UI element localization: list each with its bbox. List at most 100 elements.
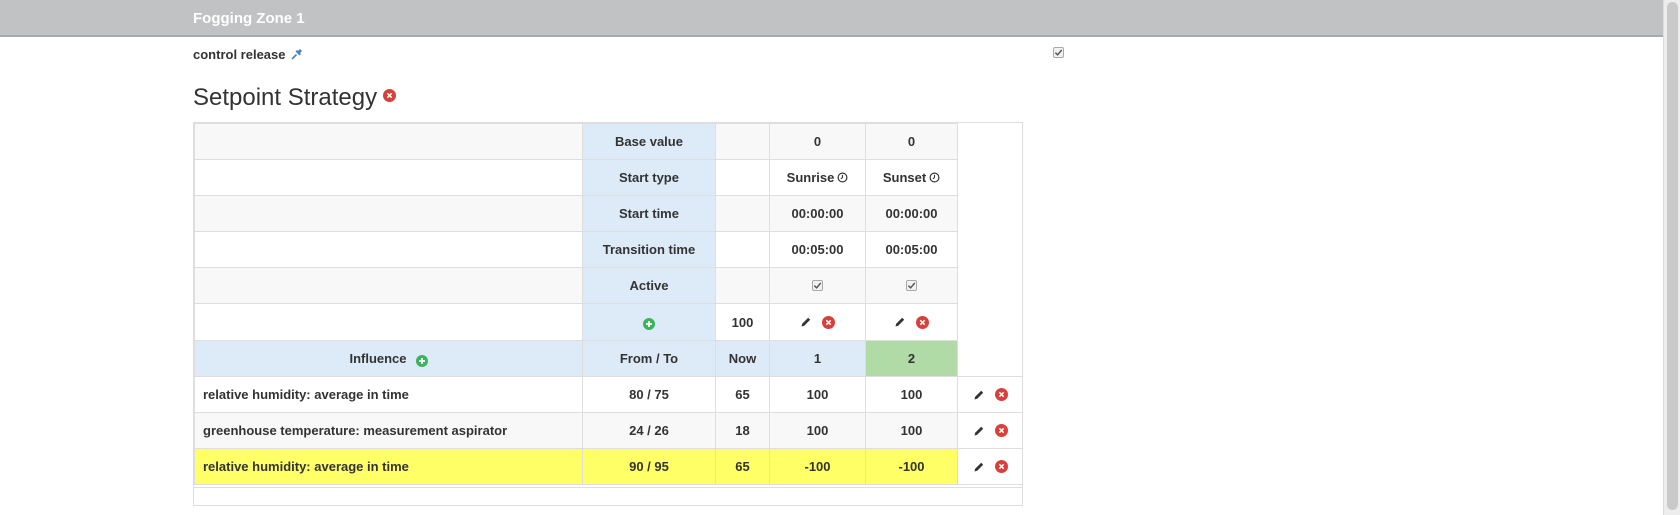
add-influence-icon[interactable] [415, 354, 428, 367]
remove-column-2-icon[interactable] [916, 315, 929, 329]
influence-3-from-to: 90 / 95 [582, 448, 716, 485]
influence-3-value-1[interactable]: -100 [769, 448, 866, 485]
column-1-start-time-text: 00:00:00 [791, 206, 844, 221]
column-2-base-value-text: 0 [907, 134, 916, 149]
column-1-transition-time[interactable]: 00:05:00 [769, 231, 866, 268]
column-2-transition-time[interactable]: 00:05:00 [865, 231, 958, 268]
column-1-start-type[interactable]: Sunrise [769, 159, 866, 196]
column-1-start-type-text: Sunrise [786, 170, 835, 185]
column-2-transition-time-text: 00:05:00 [885, 242, 938, 257]
from-to-header-text: From / To [619, 351, 679, 366]
column-2-start-type-text: Sunset [882, 170, 927, 185]
active-label: Active [582, 267, 716, 304]
empty-cell [194, 267, 583, 304]
influence-1-value-1[interactable]: 100 [769, 376, 866, 413]
empty-cell [194, 231, 583, 268]
influence-1-now: 65 [715, 376, 770, 413]
base-value-label-text: Base value [615, 134, 683, 149]
transition-time-label: Transition time [582, 231, 716, 268]
influence-2-from-to: 24 / 26 [582, 412, 716, 449]
control-release-row: control release [193, 45, 304, 63]
base-value-label: Base value [582, 123, 716, 160]
influence-1-name: relative humidity: average in time [194, 376, 583, 413]
column-1-actions [769, 303, 866, 341]
empty-cell [715, 123, 770, 160]
remove-influence-2-icon[interactable] [994, 424, 1008, 437]
edit-column-2-icon[interactable] [894, 316, 906, 328]
column-2-active-cell [865, 267, 958, 304]
column-2-base-value[interactable]: 0 [865, 123, 958, 160]
influence-1-actions [957, 376, 1023, 413]
zone-title: Fogging Zone 1 [193, 10, 305, 27]
start-time-label-text: Start time [619, 206, 679, 221]
column-1-base-value[interactable]: 0 [769, 123, 866, 160]
clock-icon [837, 172, 848, 183]
edit-influence-2-icon[interactable] [973, 425, 985, 437]
column-2-header[interactable]: 2 [865, 340, 958, 377]
remove-strategy-icon[interactable] [383, 89, 397, 102]
influence-header-text: Influence [349, 351, 407, 366]
remove-influence-3-icon[interactable] [994, 460, 1008, 473]
column-2-active-checkbox[interactable] [906, 280, 917, 291]
column-1-start-time[interactable]: 00:00:00 [769, 195, 866, 232]
influence-3-now: 65 [715, 448, 770, 485]
influence-2-actions [957, 412, 1023, 449]
influence-2-value-2[interactable]: 100 [865, 412, 958, 449]
remove-influence-1-icon[interactable] [994, 388, 1008, 401]
influence-1-from-to: 80 / 75 [582, 376, 716, 413]
now-header: Now [715, 340, 770, 377]
influence-3-name-text: relative humidity: average in time [203, 459, 409, 474]
column-2-start-time-text: 00:00:00 [885, 206, 938, 221]
control-release-label: control release [193, 46, 286, 62]
influence-2-name-text: greenhouse temperature: measurement aspi… [203, 423, 508, 438]
influence-3-from-to-text: 90 / 95 [629, 459, 669, 474]
clock-icon [929, 172, 940, 183]
column-1-active-checkbox[interactable] [812, 280, 823, 291]
now-header-text: Now [728, 351, 757, 366]
page-scrollbar[interactable] [1663, 0, 1680, 515]
influence-2-value-2-text: 100 [900, 423, 923, 438]
influence-2-now-text: 18 [735, 423, 750, 438]
start-type-label-text: Start type [619, 170, 679, 185]
influence-3-value-2[interactable]: -100 [865, 448, 958, 485]
column-2-header-text: 2 [907, 351, 916, 366]
pin-icon[interactable] [290, 47, 304, 61]
influence-1-now-text: 65 [735, 387, 750, 402]
transition-time-label-text: Transition time [602, 242, 696, 257]
page-scrollbar-thumb[interactable] [1667, 2, 1678, 510]
influence-header: Influence [194, 340, 583, 377]
influence-1-from-to-text: 80 / 75 [629, 387, 669, 402]
column-1-header[interactable]: 1 [769, 340, 866, 377]
influence-3-name: relative humidity: average in time [194, 448, 583, 485]
column-2-start-time[interactable]: 00:00:00 [865, 195, 958, 232]
influence-2-name: greenhouse temperature: measurement aspi… [194, 412, 583, 449]
column-1-header-text: 1 [813, 351, 822, 366]
empty-cell [194, 195, 583, 232]
base-now-value-text: 100 [731, 314, 754, 330]
influence-1-value-1-text: 100 [806, 387, 829, 402]
influence-1-name-text: relative humidity: average in time [203, 387, 409, 402]
base-now-value: 100 [715, 303, 770, 341]
column-1-base-value-text: 0 [813, 134, 822, 149]
influence-3-value-1-text: -100 [804, 459, 831, 474]
influence-2-value-1[interactable]: 100 [769, 412, 866, 449]
column-2-start-type[interactable]: Sunset [865, 159, 958, 196]
add-column-cell [582, 303, 716, 341]
influence-3-value-2-text: -100 [898, 459, 925, 474]
column-1-transition-time-text: 00:05:00 [791, 242, 844, 257]
edit-influence-3-icon[interactable] [973, 461, 985, 473]
influence-3-now-text: 65 [735, 459, 750, 474]
influence-1-value-2[interactable]: 100 [865, 376, 958, 413]
empty-cell [715, 159, 770, 196]
edit-column-1-icon[interactable] [800, 316, 812, 328]
empty-cell [194, 123, 583, 160]
empty-cell [194, 303, 583, 341]
remove-column-1-icon[interactable] [822, 315, 835, 329]
edit-influence-1-icon[interactable] [973, 389, 985, 401]
influence-2-now: 18 [715, 412, 770, 449]
table-footer [193, 487, 1023, 506]
control-release-checkbox[interactable] [1053, 47, 1064, 58]
empty-cell [715, 195, 770, 232]
empty-cell [715, 231, 770, 268]
add-column-icon[interactable] [643, 318, 655, 330]
